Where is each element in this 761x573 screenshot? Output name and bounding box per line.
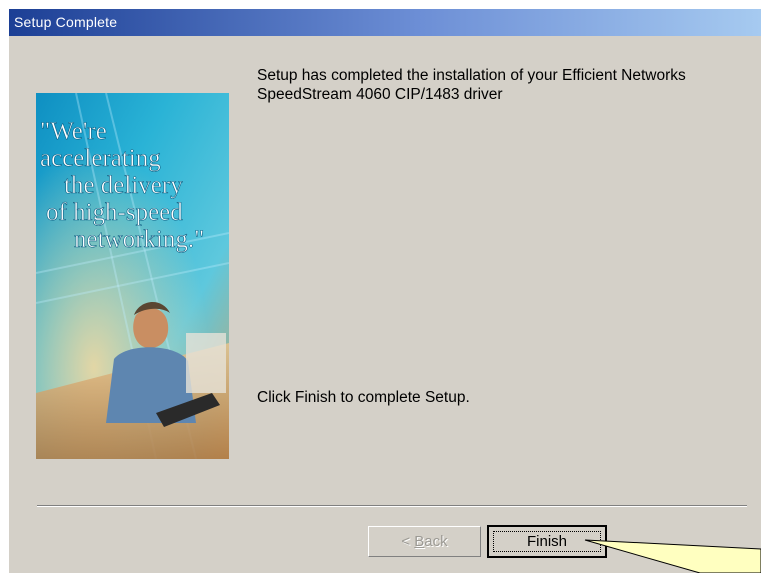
svg-text:of high-speed: of high-speed xyxy=(46,199,183,226)
back-button-rest: ack xyxy=(424,533,448,550)
setup-dialog: Setup Complete "We're accelerating the d… xyxy=(8,8,761,573)
window-title: Setup Complete xyxy=(14,14,118,30)
finish-button-label: Finish xyxy=(526,533,567,550)
back-button-prefix: < xyxy=(401,533,415,550)
finish-focus-ring: Finish xyxy=(493,531,601,552)
svg-text:"We're: "We're xyxy=(40,118,107,145)
svg-text:networking.": networking." xyxy=(74,226,204,253)
finish-instruction: Click Finish to complete Setup. xyxy=(257,389,470,406)
button-divider xyxy=(37,505,747,507)
back-button-hotkey: B xyxy=(414,533,425,550)
svg-text:the delivery: the delivery xyxy=(64,172,183,199)
svg-text:accelerating: accelerating xyxy=(40,145,161,172)
banner-illustration: "We're accelerating the delivery of high… xyxy=(36,93,229,459)
message-line-2: SpeedStream 4060 CIP/1483 driver xyxy=(257,86,503,103)
message-line-1: Setup has completed the installation of … xyxy=(257,67,686,84)
completion-message: Setup has completed the installation of … xyxy=(257,66,747,104)
title-bar[interactable]: Setup Complete xyxy=(9,9,761,36)
finish-button[interactable]: Finish xyxy=(487,525,607,558)
back-button[interactable]: < Back xyxy=(368,526,481,557)
banner-image: "We're accelerating the delivery of high… xyxy=(36,93,229,459)
